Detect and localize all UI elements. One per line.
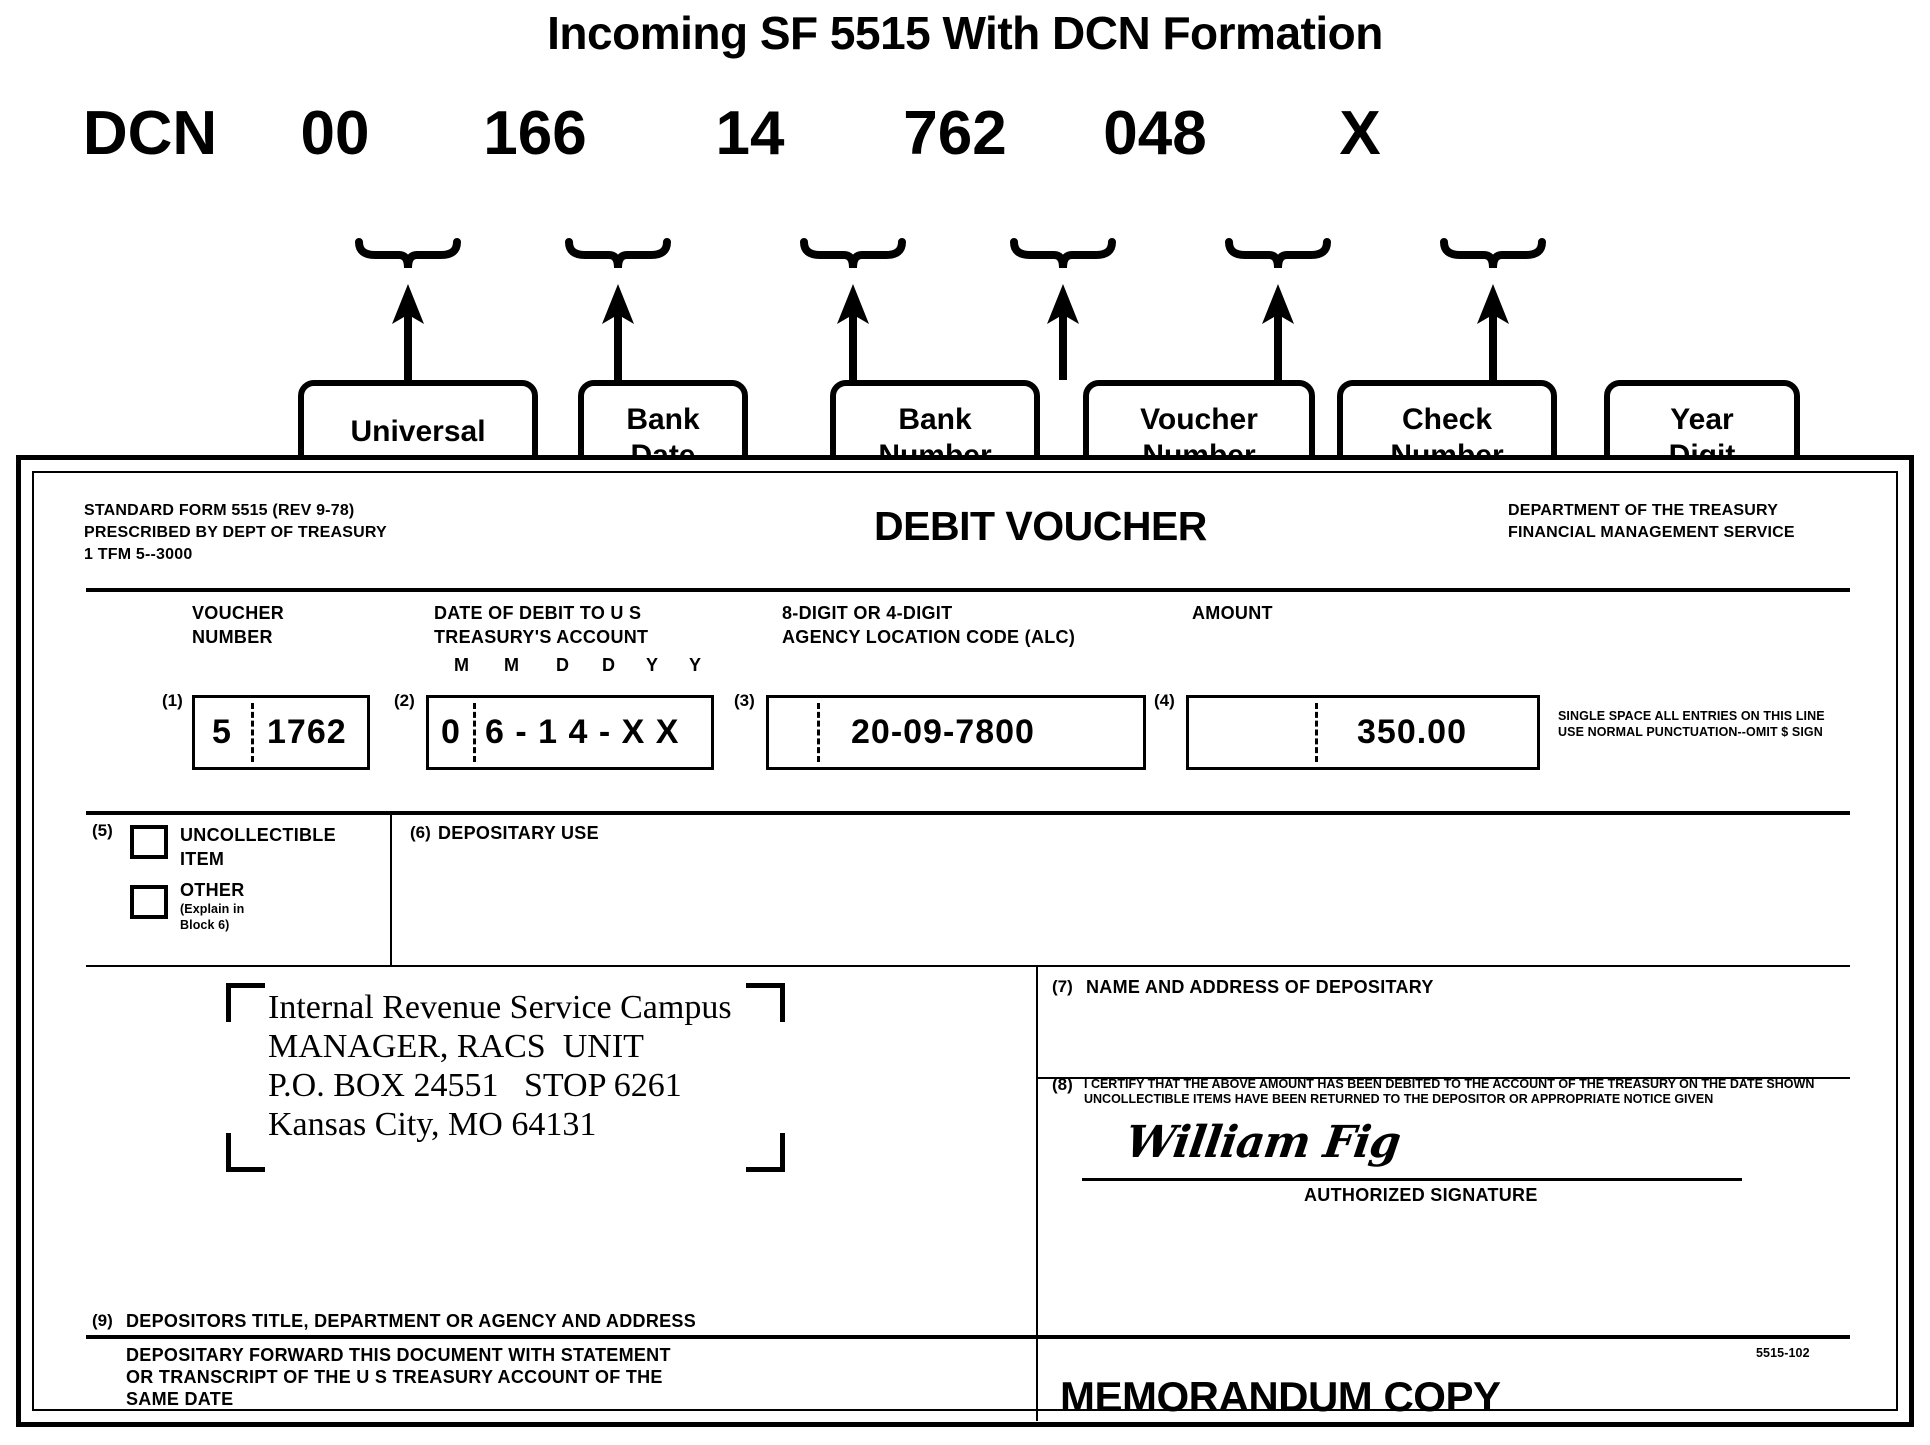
block-number-5: (5)	[92, 821, 113, 840]
label-uncollectible-item: UNCOLLECTIBLE ITEM	[180, 825, 336, 869]
field-divider-dash	[817, 703, 820, 762]
certification-line-1: I CERTIFY THAT THE ABOVE AMOUNT HAS BEEN…	[1084, 1077, 1815, 1091]
signature-line	[1082, 1178, 1742, 1181]
label-agency-location-code: 8-DIGIT OR 4-DIGIT AGENCY LOCATION CODE …	[782, 603, 1076, 647]
instruction-line-2: OR TRANSCRIPT OF THE U S TREASURY ACCOUN…	[126, 1367, 663, 1387]
arrow-icon-vouchernumber	[1046, 284, 1080, 380]
field-divider-dash	[251, 703, 254, 762]
form-standard-line-2: PRESCRIBED BY DEPT OF TREASURY	[84, 524, 387, 541]
label-date-m2: M	[504, 655, 520, 675]
blocks-top-divider	[86, 811, 1850, 815]
address-line-4: Kansas City, MO 64131	[268, 1106, 597, 1143]
field-date-value: 6 - 1 4 - X X	[485, 713, 680, 751]
form-inner-border: STANDARD FORM 5515 (REV 9-78) PRESCRIBED…	[32, 471, 1898, 1421]
field-number-1: (1)	[162, 691, 183, 710]
block-number-6: (6)	[410, 823, 431, 842]
field-date-prefix: 0	[441, 713, 461, 751]
arrow-icon-banknumber	[836, 284, 870, 380]
field-number-4: (4)	[1154, 691, 1175, 710]
page-title: Incoming SF 5515 With DCN Formation	[547, 7, 1383, 59]
address-corner-top-left	[226, 983, 265, 1022]
label-date-m1: M	[454, 655, 470, 675]
memo-top-divider	[1038, 1335, 1850, 1339]
block-number-7: (7)	[1052, 977, 1073, 996]
block9-divider	[86, 1335, 1036, 1339]
label-amount: AMOUNT	[1192, 603, 1273, 623]
instruction-line-1: DEPOSITARY FORWARD THIS DOCUMENT WITH ST…	[126, 1345, 671, 1365]
field-agency-location-code[interactable]: 20-09-7800	[766, 695, 1146, 770]
dcn-segment-yeardigit: X	[1339, 99, 1381, 168]
brace-icon-banknumber	[800, 238, 906, 272]
field-alc-value: 20-09-7800	[851, 713, 1035, 751]
brace-icon-vouchernumber	[1010, 238, 1116, 272]
address-corner-bottom-left	[226, 1133, 265, 1172]
debit-voucher-form: STANDARD FORM 5515 (REV 9-78) PRESCRIBED…	[16, 455, 1914, 1427]
block5-6-divider	[390, 813, 392, 965]
brace-icon-checknumber	[1225, 238, 1331, 272]
label-voucher-number: VOUCHER NUMBER	[192, 603, 285, 647]
label-other: OTHER	[180, 880, 245, 900]
lower-panels-divider	[1036, 965, 1038, 1421]
dcn-segment-checknum: 048	[1103, 99, 1207, 168]
form-code: 5515-102	[1756, 1346, 1810, 1360]
label-name-address-depositary: NAME AND ADDRESS OF DEPOSITARY	[1086, 977, 1434, 997]
field-divider-dash	[473, 703, 476, 762]
dcn-segment-bankdate: 166	[483, 99, 587, 168]
label-date-d1: D	[556, 655, 570, 675]
block-number-8: (8)	[1052, 1075, 1073, 1094]
form-agency-line-2: FINANCIAL MANAGEMENT SERVICE	[1508, 524, 1795, 541]
arrow-icon-yeardigit	[1476, 284, 1510, 380]
instruction-line-3: SAME DATE	[126, 1389, 234, 1409]
brace-icon-bankdate	[565, 238, 671, 272]
block-number-9: (9)	[92, 1311, 113, 1330]
signature-caption: AUTHORIZED SIGNATURE	[1304, 1185, 1538, 1205]
brace-icon-ulc	[355, 238, 461, 272]
header-divider	[86, 588, 1850, 592]
arrow-icon-bankdate	[601, 284, 635, 380]
form-standard-line-1: STANDARD FORM 5515 (REV 9-78)	[84, 502, 355, 519]
field-divider-dash	[1315, 703, 1318, 762]
field-amount[interactable]: 350.00	[1186, 695, 1540, 770]
form-agency-line-1: DEPARTMENT OF THE TREASURY	[1508, 502, 1779, 519]
dcn-number-row: DCN 00 166 14 762 048 X	[0, 96, 1930, 178]
field-voucher-number-prefix: 5	[212, 713, 232, 751]
field-number-3: (3)	[734, 691, 755, 710]
label-other-sub: (Explain in Block 6)	[180, 902, 245, 932]
label-date-y2: Y	[689, 655, 702, 675]
field-number-2: (2)	[394, 691, 415, 710]
form-title: DEBIT VOUCHER	[874, 503, 1207, 549]
certification-line-2: UNCOLLECTIBLE ITEMS HAVE BEEN RETURNED T…	[1084, 1092, 1714, 1106]
label-date-of-debit: DATE OF DEBIT TO U S TREASURY'S ACCOUNT	[434, 603, 649, 647]
field-voucher-number-value: 1762	[267, 713, 347, 751]
arrow-icon-checknumber	[1261, 284, 1295, 380]
brace-icon-yeardigit	[1440, 238, 1546, 272]
label-depositors-title: DEPOSITORS TITLE, DEPARTMENT OR AGENCY A…	[126, 1311, 697, 1331]
checkbox-other[interactable]	[130, 885, 168, 919]
field-voucher-number[interactable]: 5 1762	[192, 695, 370, 770]
memorandum-copy-stamp: MEMORANDUM COPY	[1060, 1373, 1501, 1420]
address-top-divider	[86, 965, 1850, 967]
entry-note-line-2: USE NORMAL PUNCTUATION--OMIT $ SIGN	[1558, 725, 1823, 739]
label-depositary-use: DEPOSITARY USE	[438, 823, 599, 843]
address-corner-bottom-right	[746, 1133, 785, 1172]
authorized-signature: William Fig	[1122, 1117, 1404, 1168]
checkbox-uncollectible-item[interactable]	[130, 825, 168, 859]
label-date-d2: D	[602, 655, 616, 675]
dcn-segment-banknum: 14	[715, 99, 785, 168]
label-date-y1: Y	[646, 655, 659, 675]
field-date-of-debit[interactable]: 0 6 - 1 4 - X X	[426, 695, 714, 770]
address-corner-top-right	[746, 983, 785, 1022]
form-standard-line-3: 1 TFM 5--3000	[84, 546, 193, 563]
entry-note-line-1: SINGLE SPACE ALL ENTRIES ON THIS LINE	[1558, 709, 1825, 723]
arrow-icon-ulc	[391, 284, 425, 380]
field-amount-value: 350.00	[1357, 713, 1467, 751]
